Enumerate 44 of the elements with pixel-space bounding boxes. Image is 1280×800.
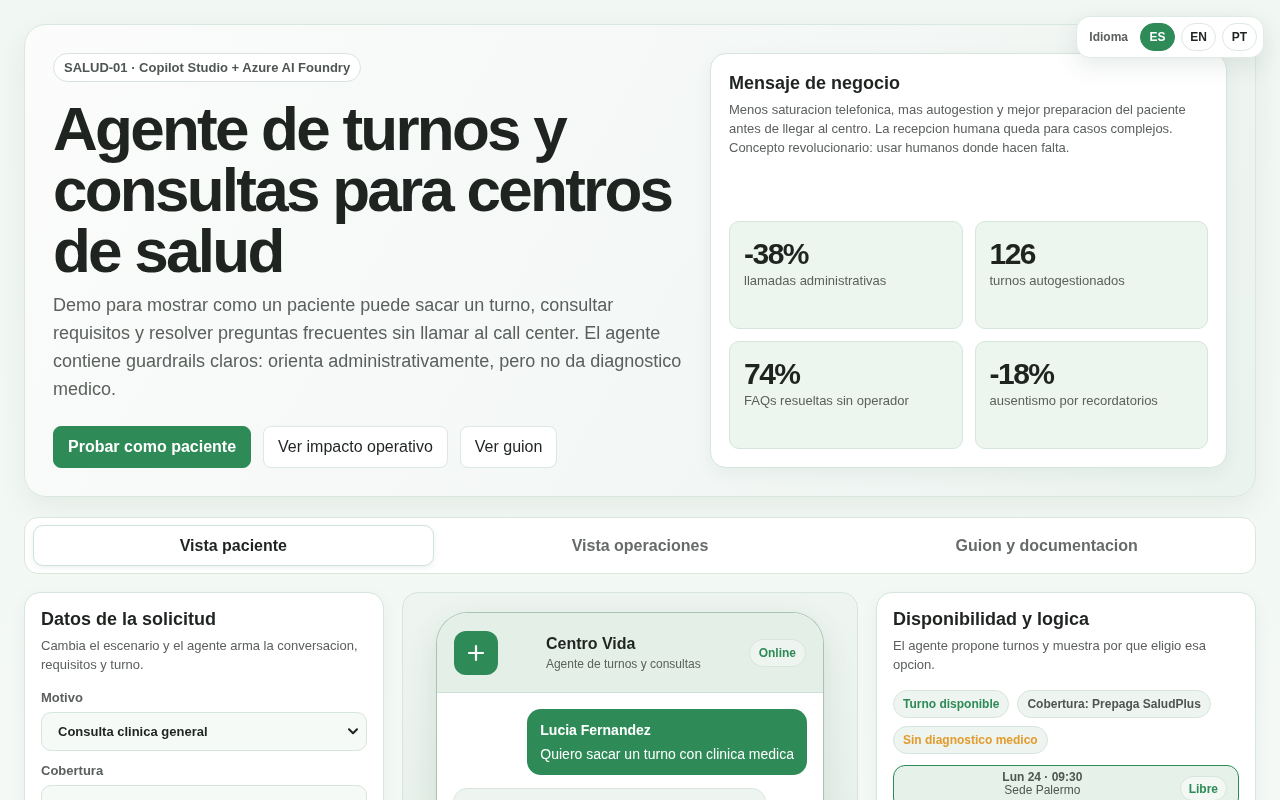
panel-description: El agente propone turnos y muestra por que eligio esa opcion. <box>893 637 1207 674</box>
plus-icon <box>454 630 498 675</box>
stat-label: llamadas administrativas <box>744 272 888 290</box>
message-author: Lucia Fernandez <box>540 721 652 739</box>
status-chip: Turno disponible <box>893 690 1010 718</box>
chat-subtitle: Agente de turnos y consultas <box>545 655 701 672</box>
status-chip: Cobertura: Prepaga SaludPlus <box>1017 690 1211 718</box>
stat-label: turnos autogestionados <box>989 272 1126 290</box>
secondary-button[interactable]: Ver impacto operativo <box>263 426 448 468</box>
view-tab[interactable]: Vista operaciones <box>439 525 841 566</box>
slot-time: Lun 24 · 09:30 <box>1001 770 1084 784</box>
field-label: Cobertura <box>41 763 105 779</box>
stat-label: ausentismo por recordatorios <box>989 392 1159 410</box>
time-slot-card[interactable]: Lun 24 · 09:30 Sede Palermo Libre <box>893 765 1239 800</box>
view-tab[interactable]: Vista paciente <box>33 525 434 566</box>
card-text: Menos saturacion telefonica, mas autogestion y mejor preparacion del paciente antes de llegar al centro. La recepcion humana queda para casos complejos. Concepto revolucionario: usar humanos donde hacen falta. <box>729 101 1187 157</box>
language-button[interactable]: EN <box>1181 23 1216 51</box>
hero-title: Agente de turnos y consultas para centros de salud <box>53 98 673 281</box>
stat-value: -18% <box>989 356 1055 392</box>
stat-label: FAQs resueltas sin operador <box>744 392 910 410</box>
language-label: Idioma <box>1089 30 1128 44</box>
message-text: Quiero sacar un turno con clinica medica <box>540 745 794 763</box>
project-badge: SALUD-01 · Copilot Studio + Azure AI Foundry <box>53 53 362 82</box>
panel-description: Cambia el escenario y el agente arma la conversacion, requisitos y turno. <box>41 637 359 674</box>
panel-title: Disponibilidad y logica <box>893 608 1091 630</box>
panel-title: Datos de la solicitud <box>41 608 218 630</box>
dropdown-field[interactable]: Consulta clinica general <box>41 712 367 751</box>
hero-description: Demo para mostrar como un paciente puede sacar un turno, consultar requisitos y resolver preguntas frecuentes sin llamar al call center. El agente contiene guardrails claros: orienta administrativamente, pero no da diagnostico medico. <box>53 294 682 401</box>
field-label: Motivo <box>41 690 84 706</box>
status-pill: Online <box>748 638 806 667</box>
slot-location: Sede Palermo <box>1003 784 1082 797</box>
slot-status-pill: Libre <box>1179 776 1227 800</box>
card-title: Mensaje de negocio <box>729 72 902 94</box>
secondary-button[interactable]: Ver guion <box>459 426 558 468</box>
chevron-down-icon <box>348 728 358 735</box>
language-button[interactable]: ES <box>1140 23 1175 51</box>
language-button[interactable]: PT <box>1222 23 1257 51</box>
stat-value: -38% <box>744 236 810 272</box>
stat-value: 126 <box>989 236 1037 272</box>
chat-title: Centro Vida <box>545 633 637 654</box>
primary-button[interactable]: Probar como paciente <box>53 426 252 468</box>
view-tab[interactable]: Guion y documentacion <box>846 525 1247 566</box>
stat-value: 74% <box>744 356 801 392</box>
status-chip: Sin diagnostico medico <box>893 726 1048 754</box>
